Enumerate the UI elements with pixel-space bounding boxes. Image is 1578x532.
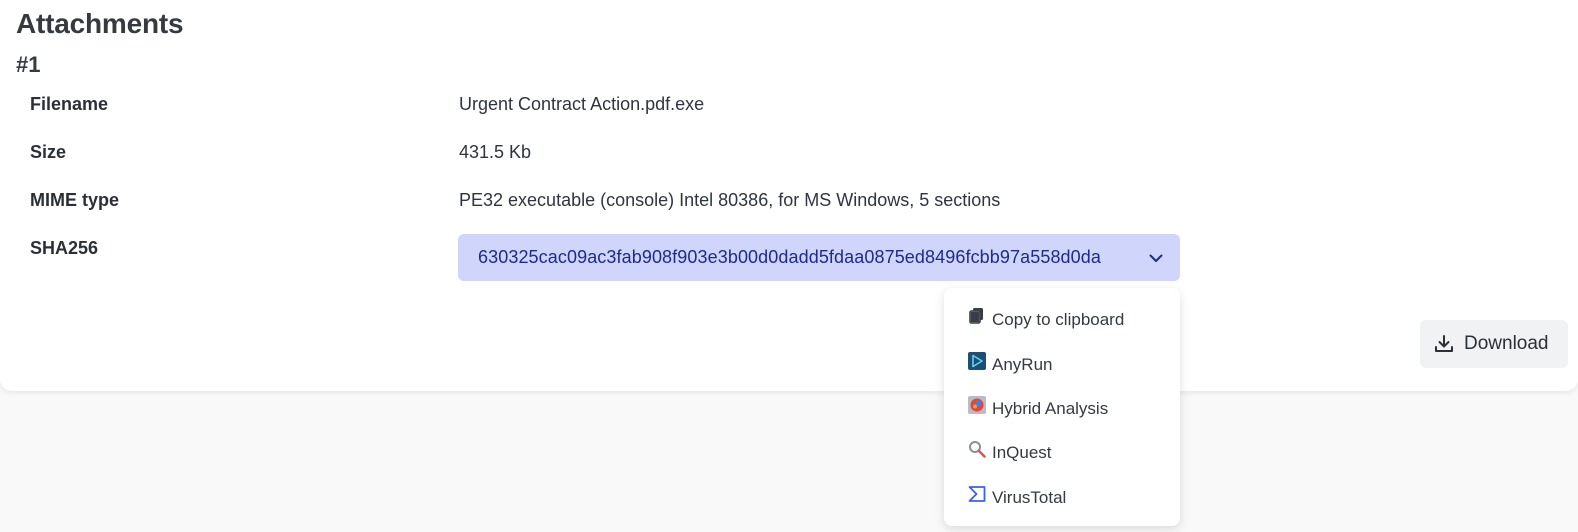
inquest-icon — [968, 440, 986, 459]
menu-item-label: InQuest — [992, 443, 1052, 463]
menu-item-anyrun[interactable]: AnyRun — [944, 342, 1180, 386]
hash-lookup-menu: Copy to clipboard AnyRun Hybrid Analysis — [944, 288, 1180, 526]
chevron-down-icon — [1149, 254, 1163, 262]
copy-icon — [968, 307, 986, 325]
mime-type-value: PE32 executable (console) Intel 80386, f… — [459, 190, 1001, 210]
menu-item-label: AnyRun — [992, 354, 1053, 374]
sha256-value: 630325cac09ac3fab908f903e3b00d0dadd5fdaa… — [478, 247, 1102, 267]
filename-value: Urgent Contract Action.pdf.exe — [459, 94, 705, 114]
download-button[interactable]: Download — [1420, 320, 1568, 368]
attachments-panel: Attachments #1 Filename Urgent Contract … — [0, 0, 1578, 391]
mime-type-label: MIME type — [30, 190, 120, 210]
size-label: Size — [30, 142, 67, 162]
menu-item-label: VirusTotal — [992, 487, 1067, 507]
sha256-label: SHA256 — [30, 238, 99, 258]
menu-item-copy-to-clipboard[interactable]: Copy to clipboard — [944, 298, 1180, 342]
filename-label: Filename — [30, 94, 109, 114]
size-value: 431.5 Kb — [459, 142, 532, 162]
sha256-dropdown-button[interactable]: 630325cac09ac3fab908f903e3b00d0dadd5fdaa… — [458, 234, 1180, 281]
download-label: Download — [1464, 333, 1549, 354]
anyrun-icon — [968, 351, 986, 370]
menu-item-inquest[interactable]: InQuest — [944, 431, 1180, 475]
virustotal-icon — [968, 485, 986, 503]
hybrid-analysis-icon — [968, 395, 986, 414]
download-icon — [1435, 335, 1453, 352]
menu-item-label: Hybrid Analysis — [992, 398, 1109, 418]
menu-item-label: Copy to clipboard — [992, 310, 1125, 330]
section-title: Attachments — [16, 8, 184, 39]
attachment-index: #1 — [16, 52, 41, 77]
menu-item-hybrid-analysis[interactable]: Hybrid Analysis — [944, 387, 1180, 431]
menu-item-virustotal[interactable]: VirusTotal — [944, 476, 1180, 520]
